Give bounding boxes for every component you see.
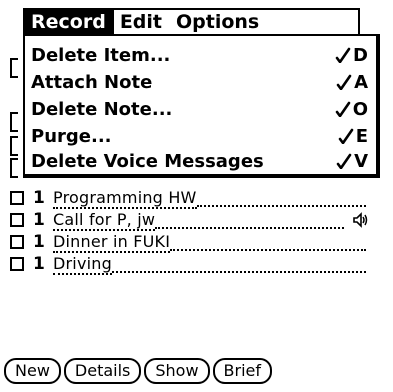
new-button[interactable]: New xyxy=(4,358,61,384)
menu-item-label: Delete Voice Messages xyxy=(31,150,264,172)
menu-item-shortcut: V xyxy=(336,151,368,172)
todo-row[interactable]: 1 Driving xyxy=(10,252,370,275)
command-stroke-icon xyxy=(338,128,354,144)
record-menu-dropdown: Delete Item... D Attach Note A Delete No… xyxy=(23,34,380,178)
todo-row[interactable]: 1 Programming HW xyxy=(10,186,370,209)
menu-item-shortcut-letter: A xyxy=(354,71,368,93)
todo-line-fill xyxy=(111,270,366,273)
menu-item-shortcut-letter: E xyxy=(355,125,368,147)
menu-item-shortcut: E xyxy=(338,126,368,147)
todo-app-screen: : : 1 Programming HW 1 Call for P, jw 1 … xyxy=(0,0,393,392)
menu-item-attach-note[interactable]: Attach Note A xyxy=(31,69,368,95)
todo-row[interactable]: 1 Call for P, jw xyxy=(10,208,370,231)
menu-item-shortcut: O xyxy=(335,99,368,120)
todo-description[interactable]: Driving xyxy=(53,254,112,275)
command-stroke-icon xyxy=(335,101,350,117)
menu-item-shortcut: A xyxy=(336,72,368,93)
show-button[interactable]: Show xyxy=(144,358,210,384)
menu-item-label: Delete Note... xyxy=(31,98,173,120)
command-button-bar: New Details Show Brief xyxy=(4,358,275,384)
todo-priority[interactable]: 1 xyxy=(33,254,53,274)
menu-item-label: Delete Item... xyxy=(31,44,171,66)
todo-checkbox[interactable] xyxy=(10,257,24,271)
menu-item-shortcut-letter: O xyxy=(352,98,368,120)
todo-priority[interactable]: 1 xyxy=(33,210,53,230)
menu-record[interactable]: Record xyxy=(25,10,114,34)
todo-checkbox[interactable] xyxy=(10,191,24,205)
menu-edit[interactable]: Edit xyxy=(114,10,170,34)
brief-button[interactable]: Brief xyxy=(212,358,273,384)
todo-description[interactable]: Programming HW xyxy=(53,188,197,209)
speaker-icon[interactable] xyxy=(352,211,370,229)
menu-item-delete-voice-messages[interactable]: Delete Voice Messages V xyxy=(31,148,368,174)
todo-description[interactable]: Dinner in FUKI xyxy=(53,232,171,253)
todo-line-fill xyxy=(155,226,344,229)
menu-item-purge[interactable]: Purge... E xyxy=(31,123,368,149)
todo-checkbox[interactable] xyxy=(10,235,24,249)
todo-checkbox[interactable] xyxy=(10,213,24,227)
menu-item-label: Attach Note xyxy=(31,71,153,93)
command-stroke-icon xyxy=(336,74,352,90)
command-stroke-icon xyxy=(335,47,351,63)
todo-line-fill xyxy=(196,204,366,207)
todo-priority[interactable]: 1 xyxy=(33,188,53,208)
menu-item-delete-item[interactable]: Delete Item... D xyxy=(31,42,368,68)
todo-row[interactable]: 1 Dinner in FUKI xyxy=(10,230,370,253)
menu-item-shortcut-letter: V xyxy=(354,150,368,172)
menu-item-delete-note[interactable]: Delete Note... O xyxy=(31,96,368,122)
command-stroke-icon xyxy=(336,153,352,169)
menu-options[interactable]: Options xyxy=(170,10,267,34)
todo-priority[interactable]: 1 xyxy=(33,232,53,252)
menu-item-shortcut-letter: D xyxy=(353,44,368,66)
menu-item-shortcut: D xyxy=(335,45,368,66)
menu-bar: Record Edit Options xyxy=(23,8,360,36)
menu-item-label: Purge... xyxy=(31,125,112,147)
todo-line-fill xyxy=(170,248,366,251)
todo-description[interactable]: Call for P, jw xyxy=(53,210,156,231)
details-button[interactable]: Details xyxy=(63,358,142,384)
